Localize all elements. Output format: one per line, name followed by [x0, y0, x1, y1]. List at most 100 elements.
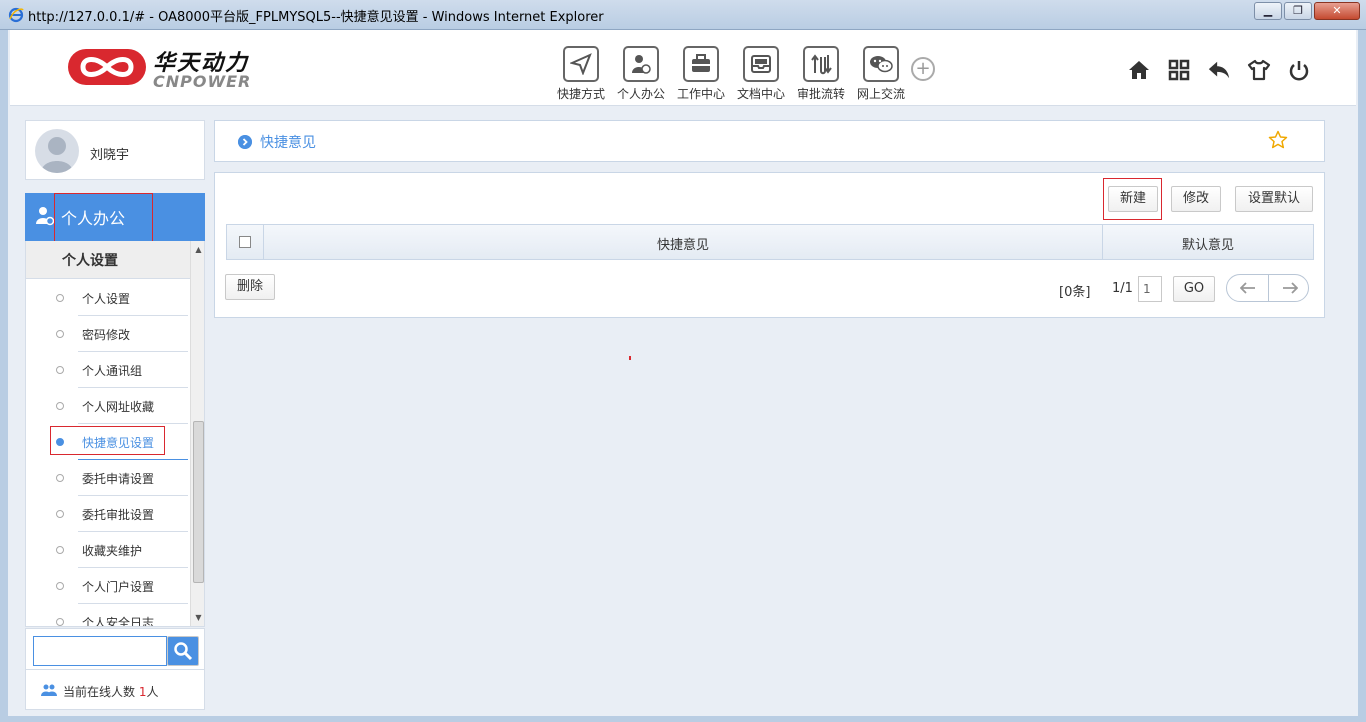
sidebar-item-contact-groups[interactable]: 个人通讯组 — [26, 352, 190, 388]
breadcrumb: 快捷意见 — [214, 120, 1325, 162]
brand-logo[interactable]: 华天动力 CNPOWER — [67, 45, 267, 95]
bullet-icon — [56, 366, 64, 374]
paper-plane-icon — [570, 53, 592, 75]
plus-icon: + — [915, 58, 931, 79]
back-button[interactable] — [1207, 58, 1231, 82]
add-shortcut-button[interactable]: + — [911, 57, 935, 81]
topnav-label: 工作中心 — [676, 87, 725, 101]
online-suffix: 人 — [146, 685, 159, 699]
user-card: 刘晓宇 — [25, 120, 205, 180]
app-header: 华天动力 CNPOWER 快捷方式 个人办公 工作中心 文档中心 审批流转 网上… — [10, 30, 1356, 106]
topnav-approval-flow[interactable]: 审批流转 — [791, 46, 851, 102]
inbox-tray-icon — [751, 55, 771, 73]
sidebar-item-favorites-maintenance[interactable]: 收藏夹维护 — [26, 532, 190, 568]
set-default-button[interactable]: 设置默认 — [1235, 186, 1313, 212]
topnav-label: 个人办公 — [616, 87, 665, 101]
power-icon — [1289, 61, 1309, 81]
sidebar-search-button[interactable] — [167, 636, 199, 666]
sidebar-item-security-log[interactable]: 个人安全日志 — [26, 604, 190, 627]
delete-button[interactable]: 删除 — [225, 274, 275, 300]
next-page-button[interactable] — [1269, 275, 1310, 301]
page-number-input[interactable]: 1 — [1138, 276, 1162, 302]
home-button[interactable] — [1127, 58, 1151, 82]
topnav-label: 审批流转 — [796, 87, 845, 101]
sidebar-group-personal-settings[interactable]: 个人设置 — [26, 241, 190, 279]
ie-browser-icon — [8, 7, 24, 23]
header-tools — [1111, 58, 1311, 82]
theme-button[interactable] — [1247, 58, 1271, 82]
scroll-down-icon[interactable]: ▼ — [191, 611, 204, 625]
apps-grid-button[interactable] — [1167, 58, 1191, 82]
user-avatar-icon — [41, 137, 73, 173]
opinion-table-header: 快捷意见 默认意见 — [226, 224, 1314, 260]
pager-total: [0条] — [1059, 285, 1091, 300]
sidebar-item-url-bookmarks[interactable]: 个人网址收藏 — [26, 388, 190, 424]
search-icon — [174, 642, 193, 661]
brand-logo-mark-icon — [68, 49, 146, 85]
online-count-text: 当前在线人数 1人 — [63, 683, 159, 700]
column-header-quick-opinion[interactable]: 快捷意见 — [264, 234, 1102, 253]
sidebar-item-label: 委托审批设置 — [82, 508, 155, 522]
prev-page-button[interactable] — [1227, 275, 1268, 301]
back-reply-icon — [1208, 61, 1230, 79]
edit-button[interactable]: 修改 — [1171, 186, 1221, 212]
sidebar-item-label: 个人安全日志 — [82, 616, 155, 627]
bullet-icon — [56, 582, 64, 590]
close-window-button[interactable]: ✕ — [1314, 2, 1360, 20]
person-badge-icon — [632, 55, 651, 74]
bullet-icon — [56, 474, 64, 482]
minimize-button[interactable]: ▁ — [1254, 2, 1282, 20]
stray-red-mark — [629, 356, 631, 360]
highlight-box-active-item — [50, 426, 165, 455]
person-gear-icon — [36, 207, 55, 226]
flow-arrows-icon — [811, 54, 832, 75]
sidebar-item-personal-settings[interactable]: 个人设置 — [26, 280, 190, 316]
window-title: http://127.0.0.1/# - OA8000平台版_FPLMYSQL5… — [28, 10, 604, 25]
scrollbar-thumb[interactable] — [193, 421, 204, 583]
sidebar-group-label: 个人设置 — [62, 253, 118, 269]
sidebar-item-label: 委托申请设置 — [82, 472, 155, 486]
topnav-online-chat[interactable]: 网上交流 — [851, 46, 911, 102]
topnav-label: 快捷方式 — [556, 87, 605, 101]
shirt-theme-icon — [1247, 59, 1271, 81]
bullet-icon — [56, 330, 64, 338]
sidebar-item-label: 收藏夹维护 — [82, 544, 143, 558]
sidebar-item-label: 个人门户设置 — [82, 580, 155, 594]
sidebar-item-label: 密码修改 — [82, 328, 131, 342]
chat-bubbles-icon — [870, 56, 893, 73]
arrow-right-icon — [1282, 282, 1298, 294]
page-title: 快捷意见 — [260, 135, 316, 151]
user-name: 刘晓宇 — [90, 148, 130, 163]
arrow-left-icon — [1239, 282, 1255, 294]
sidebar-scrollbar[interactable]: ▲ ▼ — [190, 241, 204, 626]
close-icon: ✕ — [1332, 4, 1342, 17]
sidebar-item-delegation-approval[interactable]: 委托审批设置 — [26, 496, 190, 532]
brand-name-en: CNPOWER — [153, 72, 252, 91]
sidebar-search-input[interactable] — [33, 636, 167, 666]
go-button[interactable]: GO — [1173, 276, 1215, 302]
briefcase-icon — [692, 54, 710, 72]
sidebar-item-password-change[interactable]: 密码修改 — [26, 316, 190, 352]
pager-page: 1/1 — [1112, 281, 1133, 296]
logout-button[interactable] — [1287, 58, 1311, 82]
sidebar-item-portal-settings[interactable]: 个人门户设置 — [26, 568, 190, 604]
avatar[interactable] — [35, 129, 79, 173]
select-all-checkbox[interactable] — [239, 236, 251, 248]
sidebar-item-delegation-request[interactable]: 委托申请设置 — [26, 460, 190, 496]
highlight-box-new-button — [1103, 178, 1162, 220]
topnav-shortcuts[interactable]: 快捷方式 — [551, 46, 611, 102]
window-titlebar: http://127.0.0.1/# - OA8000平台版_FPLMYSQL5… — [0, 0, 1366, 30]
content-panel: 新建 修改 设置默认 快捷意见 默认意见 删除 [0条] 1/1 1 GO — [214, 172, 1325, 318]
star-favorite-icon[interactable] — [1268, 130, 1288, 150]
bullet-icon — [56, 294, 64, 302]
topnav-personal-office[interactable]: 个人办公 — [611, 46, 671, 102]
sidebar-search — [25, 628, 205, 670]
topnav-document-center[interactable]: 文档中心 — [731, 46, 791, 102]
scroll-up-icon[interactable]: ▲ — [191, 243, 204, 257]
topnav-work-center[interactable]: 工作中心 — [671, 46, 731, 102]
restore-icon: ❐ — [1293, 4, 1303, 17]
topnav-label: 网上交流 — [856, 87, 905, 101]
column-header-default-opinion[interactable]: 默认意见 — [1103, 234, 1313, 253]
maximize-button[interactable]: ❐ — [1284, 2, 1312, 20]
online-prefix: 当前在线人数 — [63, 685, 136, 699]
